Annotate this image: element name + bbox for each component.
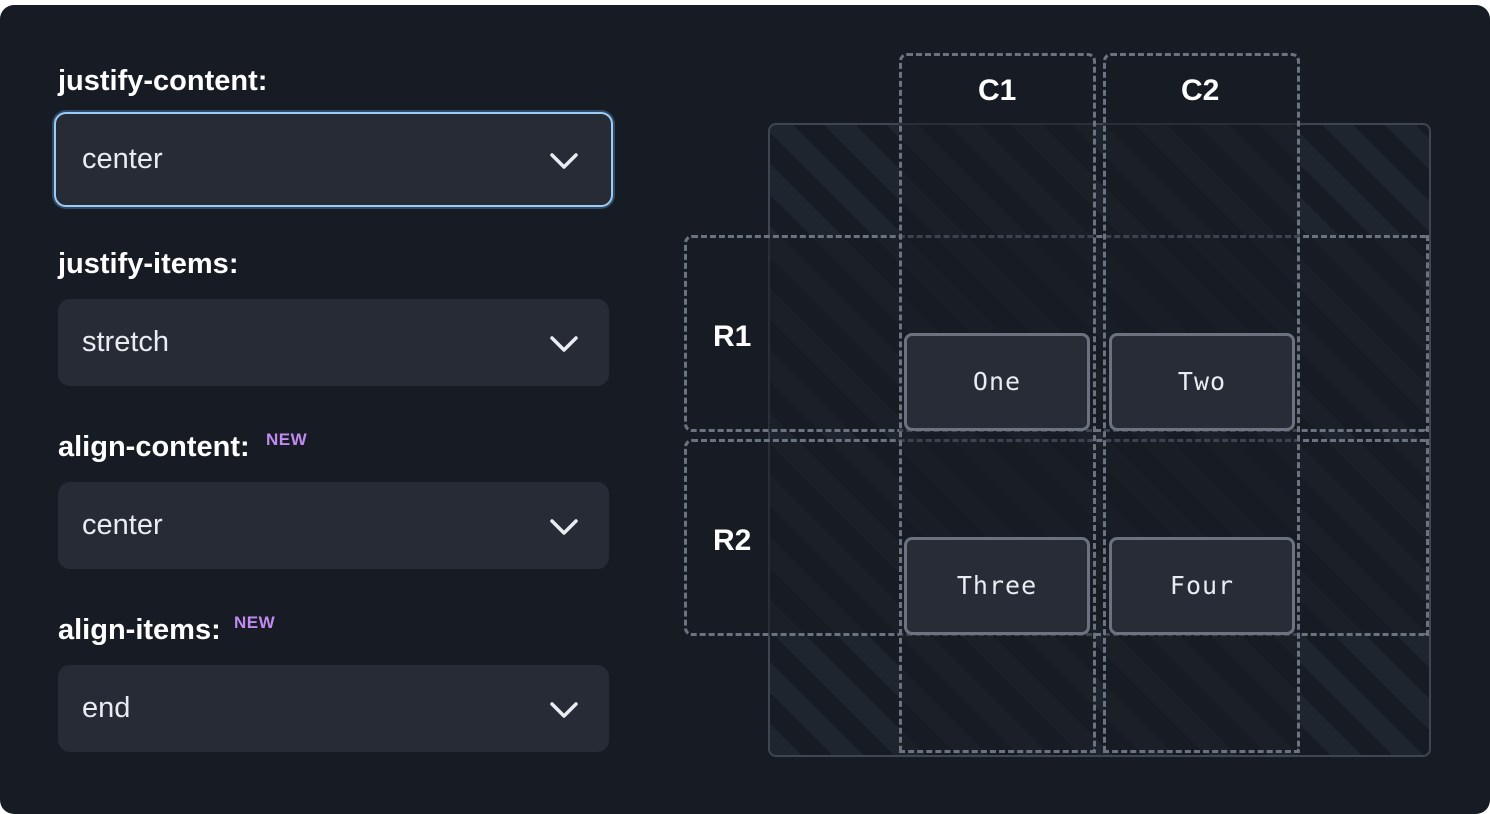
- row-label: R2: [713, 524, 752, 557]
- grid-item: Two: [1109, 333, 1295, 431]
- chevron-down-icon: [550, 153, 578, 169]
- select-value: end: [82, 692, 131, 724]
- select-value: stretch: [82, 326, 170, 358]
- column-label: C1: [978, 74, 1017, 107]
- select-value: center: [82, 143, 163, 175]
- align-content-select[interactable]: center: [58, 482, 609, 569]
- justify-items-select[interactable]: stretch: [58, 299, 609, 386]
- justify-content-select[interactable]: center: [54, 112, 613, 207]
- justify-content-label: justify-content:: [58, 65, 268, 97]
- grid-demo: C1 C2 R1 R2 One Two Three Four: [680, 45, 1440, 775]
- chevron-down-icon: [550, 519, 578, 535]
- justify-items-label: justify-items:: [58, 248, 239, 280]
- grid-item: One: [904, 333, 1090, 431]
- new-badge: NEW: [266, 430, 308, 449]
- new-badge: NEW: [234, 613, 276, 632]
- controls-column: justify-content: center justify-items: s…: [0, 5, 640, 814]
- row-label: R1: [713, 320, 752, 353]
- column-label: C2: [1181, 74, 1220, 107]
- chevron-down-icon: [550, 702, 578, 718]
- grid-playground-panel: justify-content: center justify-items: s…: [0, 5, 1490, 814]
- grid-item: Three: [904, 537, 1090, 635]
- align-content-label: align-content:: [58, 431, 250, 463]
- align-items-select[interactable]: end: [58, 665, 609, 752]
- align-items-label: align-items:: [58, 614, 221, 646]
- chevron-down-icon: [550, 336, 578, 352]
- grid-item: Four: [1109, 537, 1295, 635]
- select-value: center: [82, 509, 163, 541]
